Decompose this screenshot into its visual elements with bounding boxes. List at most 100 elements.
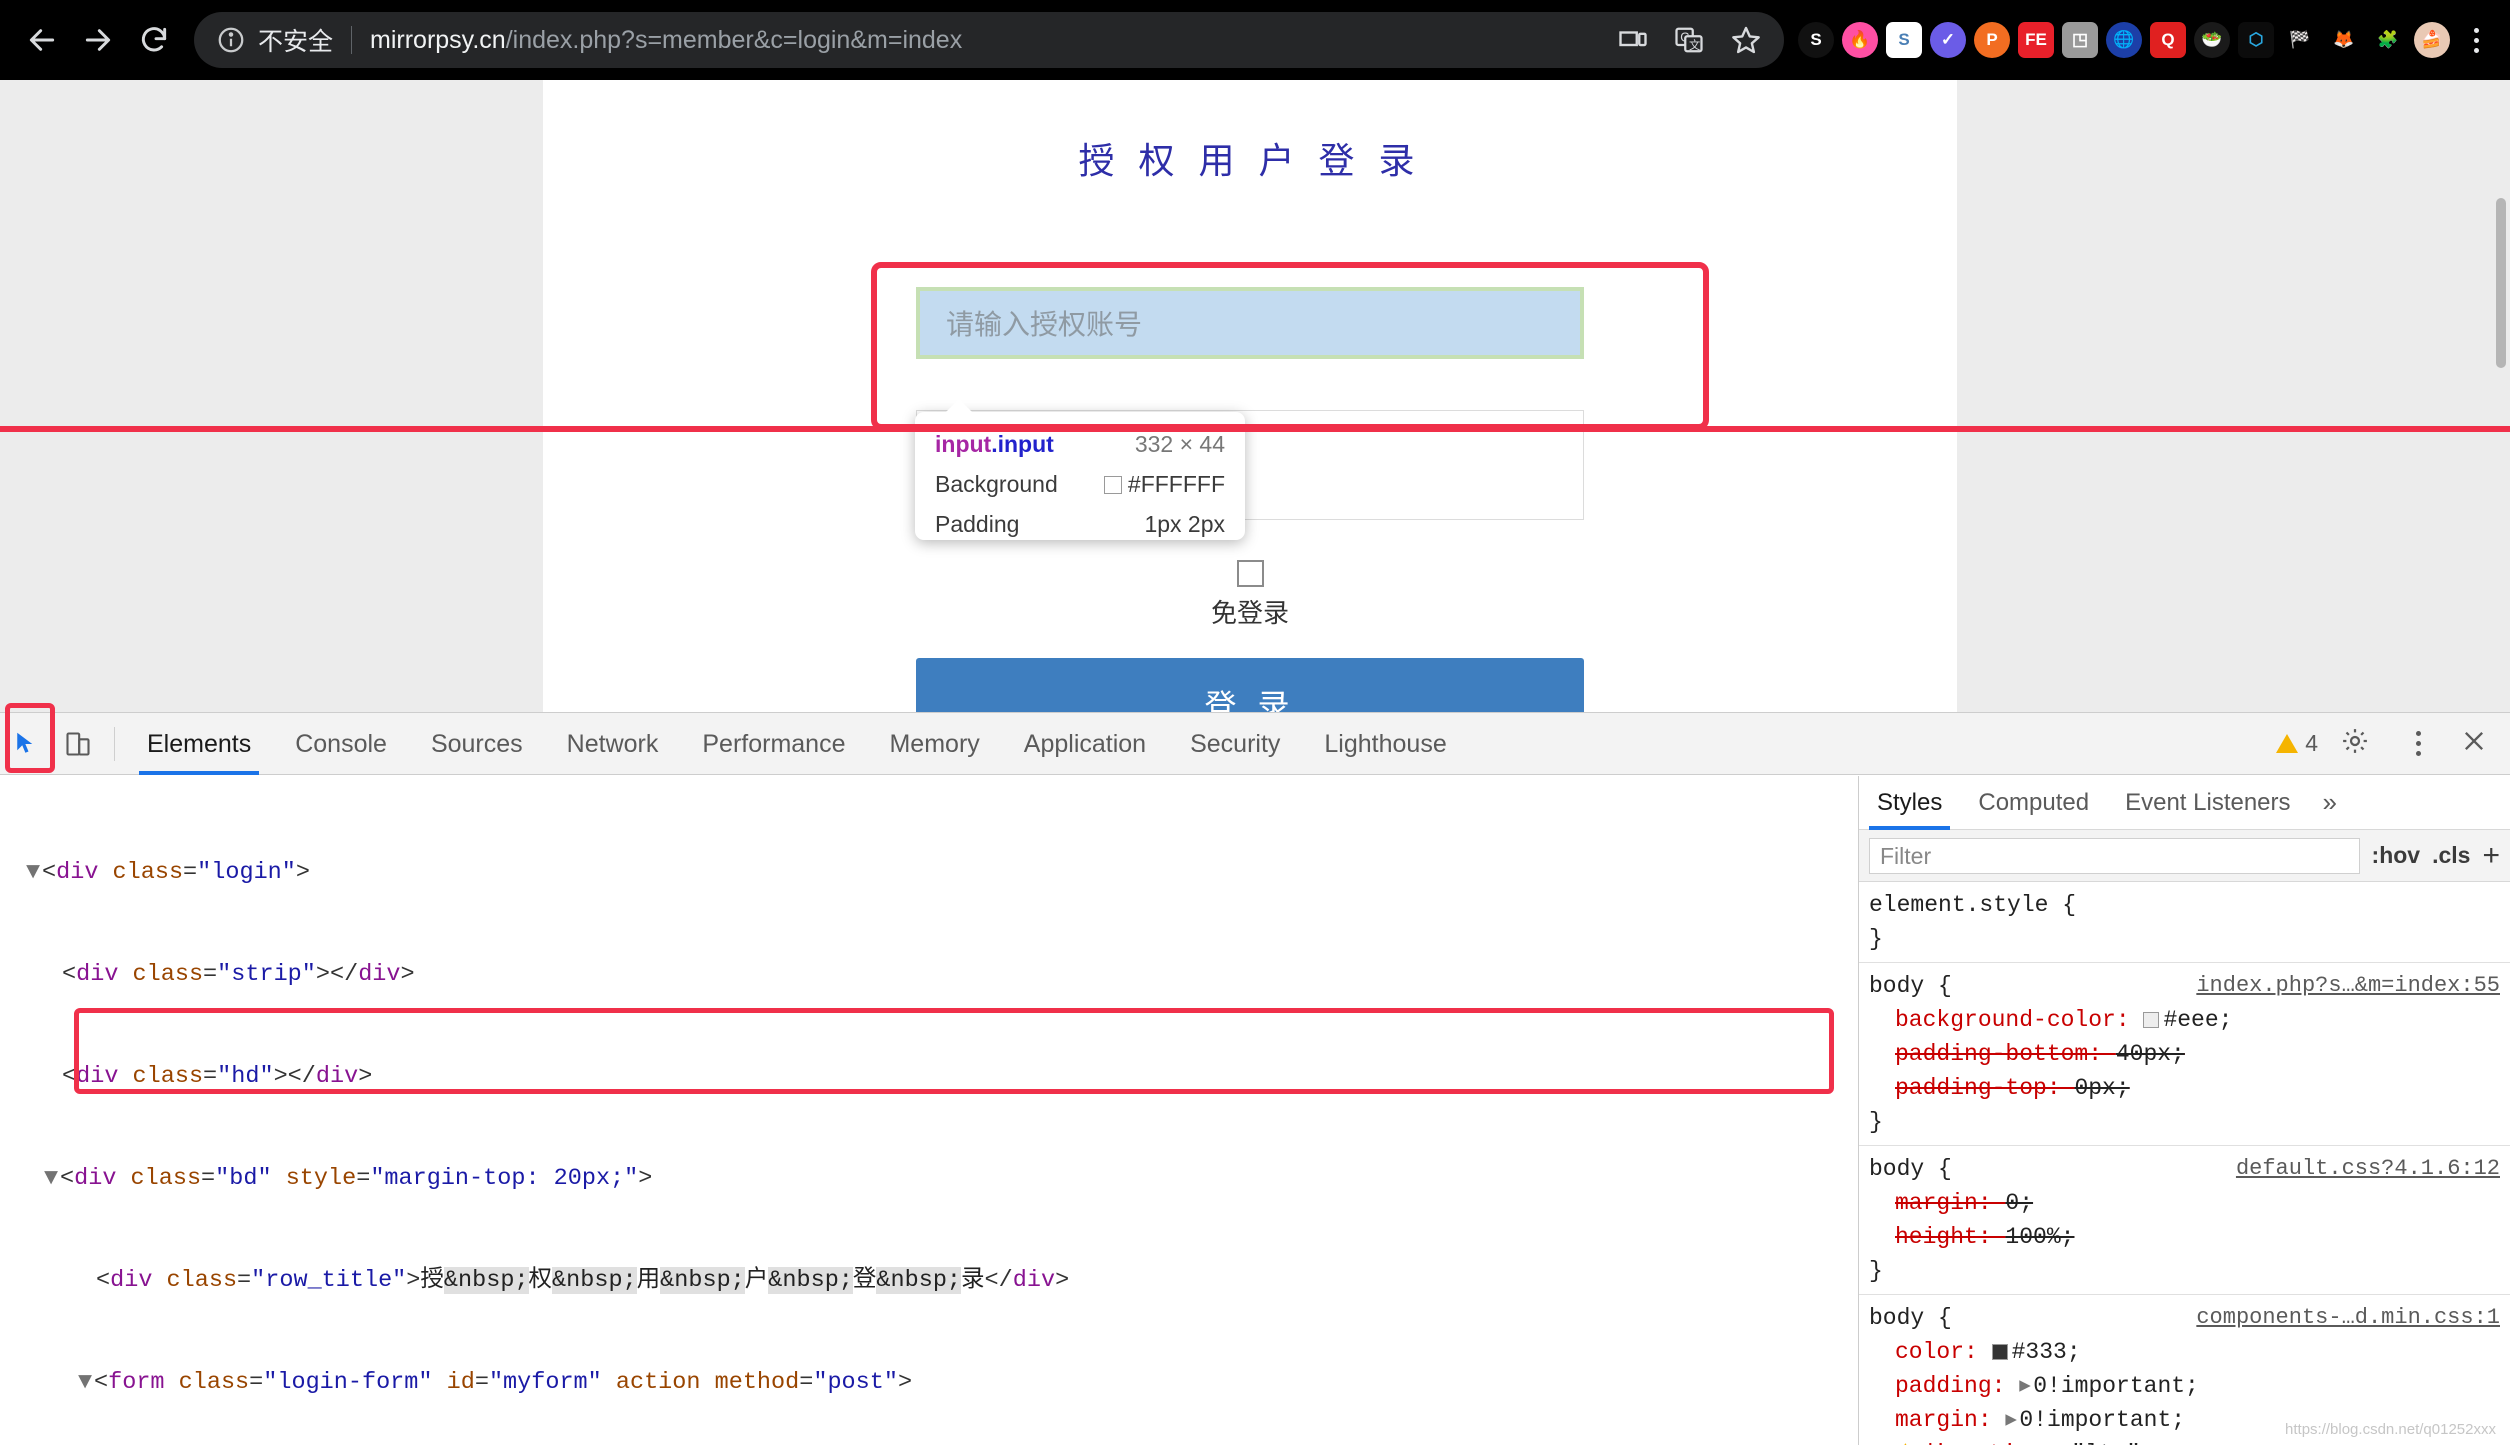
warning-count: 4 bbox=[2305, 730, 2318, 756]
style-source-link[interactable]: default.css?4.1.6:12 bbox=[2236, 1152, 2500, 1186]
inspect-element-icon[interactable] bbox=[0, 713, 52, 775]
style-selector: element.style { bbox=[1869, 892, 2077, 918]
fe-extension[interactable]: FE bbox=[2018, 22, 2054, 58]
browser-menu-button[interactable] bbox=[2456, 14, 2496, 66]
new-style-rule-button[interactable]: + bbox=[2482, 840, 2500, 871]
arrow-right-icon bbox=[85, 29, 111, 51]
cast-device-icon[interactable] bbox=[1618, 25, 1648, 55]
address-bar[interactable]: 不安全 mirrorpsy.cn/index.php?s=member&c=lo… bbox=[194, 12, 1784, 68]
disclosure-triangle-icon[interactable]: ▸ bbox=[2005, 1403, 2019, 1437]
style-value[interactable]: #eee; bbox=[2143, 1007, 2232, 1033]
tooltip-background-row: Background #FFFFFF bbox=[935, 464, 1225, 504]
pocket-extension[interactable]: P bbox=[1974, 22, 2010, 58]
tab-memory[interactable]: Memory bbox=[867, 713, 1001, 775]
style-rule-block: element.style {} bbox=[1859, 882, 2510, 963]
style-source-link[interactable]: components-…d.min.css:1 bbox=[2196, 1301, 2500, 1335]
color-swatch[interactable] bbox=[1991, 1344, 2008, 1360]
sourcegraph-extension[interactable]: S bbox=[1798, 22, 1834, 58]
dom-line[interactable]: ▼<div class="bd" style="margin-top: 20px… bbox=[0, 1162, 1858, 1196]
reload-button[interactable] bbox=[126, 12, 182, 68]
dom-line[interactable]: ▼<div class="login"> bbox=[0, 856, 1858, 890]
globe-extension[interactable]: 🌐 bbox=[2106, 22, 2142, 58]
page-title: 授 权 用 户 登 录 bbox=[1078, 140, 1422, 181]
office-extension[interactable]: ◳ bbox=[2062, 22, 2098, 58]
dom-line[interactable]: <div class="hd"></div> bbox=[0, 1060, 1858, 1094]
style-value[interactable]: 0px; bbox=[2074, 1075, 2129, 1101]
hov-toggle[interactable]: :hov bbox=[2372, 842, 2421, 869]
styles-more-tabs-icon[interactable]: » bbox=[2309, 787, 2351, 818]
blue-s-extension[interactable]: S bbox=[1886, 22, 1922, 58]
salad-bowl-extension[interactable]: 🥗 bbox=[2194, 22, 2230, 58]
style-value[interactable]: 0!important; bbox=[2033, 1373, 2199, 1399]
google-translate-icon[interactable]: G 文 bbox=[1674, 25, 1704, 55]
tooltip-bg-hex: #FFFFFF bbox=[1127, 471, 1225, 497]
url-path: /index.php?s=member&c=login&m=index bbox=[505, 25, 963, 54]
style-value[interactable]: 0; bbox=[2005, 1190, 2033, 1216]
profile-avatar[interactable]: 🍰 bbox=[2414, 22, 2450, 58]
dom-line[interactable]: ▼<form class="login-form" id="myform" ac… bbox=[0, 1366, 1858, 1400]
tab-sources[interactable]: Sources bbox=[409, 713, 545, 775]
tooltip-background-label: Background bbox=[935, 471, 1058, 497]
username-input[interactable]: 请输入授权账号 bbox=[916, 287, 1584, 359]
style-value[interactable]: 100%; bbox=[2005, 1224, 2074, 1250]
style-declaration[interactable]: background-color: #eee; bbox=[1869, 1003, 2510, 1037]
checkmark-extension[interactable]: ✓ bbox=[1930, 22, 1966, 58]
forward-button[interactable] bbox=[70, 12, 126, 68]
pink-flame-extension[interactable]: 🔥 bbox=[1842, 22, 1878, 58]
puzzle-extensions-icon[interactable]: 🧩 bbox=[2370, 22, 2406, 58]
login-button[interactable]: 登 录 bbox=[916, 658, 1584, 712]
tooltip-padding-row: Padding 1px 2px bbox=[935, 504, 1225, 544]
style-declaration[interactable]: margin: 0; bbox=[1869, 1186, 2510, 1220]
page-scrollbar[interactable] bbox=[2496, 198, 2506, 368]
color-swatch bbox=[1103, 476, 1122, 494]
style-declaration[interactable]: height: 100%; bbox=[1869, 1220, 2510, 1254]
style-declaration[interactable]: padding: ▸ 0!important; bbox=[1869, 1369, 2510, 1403]
dom-line[interactable]: <div class="strip"></div> bbox=[0, 958, 1858, 992]
tab-lighthouse[interactable]: Lighthouse bbox=[1302, 713, 1468, 775]
tab-event-listeners[interactable]: Event Listeners bbox=[2107, 776, 2308, 830]
tab-computed[interactable]: Computed bbox=[1960, 776, 2107, 830]
tooltip-caret bbox=[945, 399, 973, 413]
cls-toggle[interactable]: .cls bbox=[2432, 842, 2470, 869]
auto-login-checkbox[interactable] bbox=[1236, 560, 1264, 587]
style-declaration[interactable]: color: #333; bbox=[1869, 1335, 2510, 1369]
gear-icon[interactable] bbox=[2340, 726, 2370, 761]
tab-performance[interactable]: Performance bbox=[680, 713, 867, 775]
auto-login-label: 免登录 bbox=[1210, 598, 1289, 628]
site-info-icon[interactable] bbox=[216, 25, 246, 55]
tab-console[interactable]: Console bbox=[273, 713, 409, 775]
styles-filter-input[interactable]: Filter bbox=[1869, 837, 2360, 874]
disclosure-triangle-icon[interactable]: ▸ bbox=[2019, 1369, 2033, 1403]
star-bookmark-icon[interactable] bbox=[1730, 24, 1762, 56]
tab-application[interactable]: Application bbox=[1002, 713, 1168, 775]
watermark: https://blog.csdn.net/q01252xxx bbox=[2285, 1421, 2496, 1438]
checkered-flag-extension[interactable]: 🏁 bbox=[2282, 22, 2318, 58]
kebab-dot bbox=[2415, 751, 2421, 756]
style-source-link[interactable]: index.php?s…&m=index:55 bbox=[2196, 969, 2500, 1003]
metamask-fox-extension[interactable]: 🦊 bbox=[2326, 22, 2362, 58]
style-value[interactable]: #333; bbox=[1991, 1339, 2081, 1365]
style-value[interactable]: "ltr"; bbox=[2071, 1441, 2154, 1445]
devtools-tab-list: Elements Console Sources Network Performance… bbox=[125, 713, 1469, 775]
reload-icon bbox=[141, 27, 167, 52]
warning-count-badge[interactable]: 4 bbox=[2276, 730, 2318, 757]
tab-security[interactable]: Security bbox=[1168, 713, 1302, 775]
close-icon[interactable] bbox=[2460, 727, 2488, 760]
dom-line[interactable]: <div class="row_title">授&nbsp;权&nbsp;用&n… bbox=[0, 1264, 1858, 1298]
color-swatch[interactable] bbox=[2143, 1012, 2160, 1028]
back-button[interactable] bbox=[14, 12, 70, 68]
cube-extension[interactable]: ⬡ bbox=[2238, 22, 2274, 58]
style-declaration[interactable]: padding-top: 0px; bbox=[1869, 1071, 2510, 1105]
devtools-more-button[interactable] bbox=[2398, 724, 2438, 764]
kebab-dot bbox=[2473, 47, 2479, 53]
device-toolbar-icon[interactable] bbox=[52, 713, 104, 775]
tab-network[interactable]: Network bbox=[545, 713, 681, 775]
qq-extension[interactable]: Q bbox=[2150, 22, 2186, 58]
devtools-body: ▼<div class="login"> <div class="strip">… bbox=[0, 776, 2510, 1445]
dom-tree-pane[interactable]: ▼<div class="login"> <div class="strip">… bbox=[0, 776, 1858, 1445]
tab-elements[interactable]: Elements bbox=[125, 713, 273, 775]
style-value[interactable]: 40px; bbox=[2116, 1041, 2185, 1067]
style-value[interactable]: 0!important; bbox=[2019, 1407, 2185, 1433]
tab-styles[interactable]: Styles bbox=[1859, 776, 1960, 830]
style-declaration[interactable]: padding-bottom: 40px; bbox=[1869, 1037, 2510, 1071]
